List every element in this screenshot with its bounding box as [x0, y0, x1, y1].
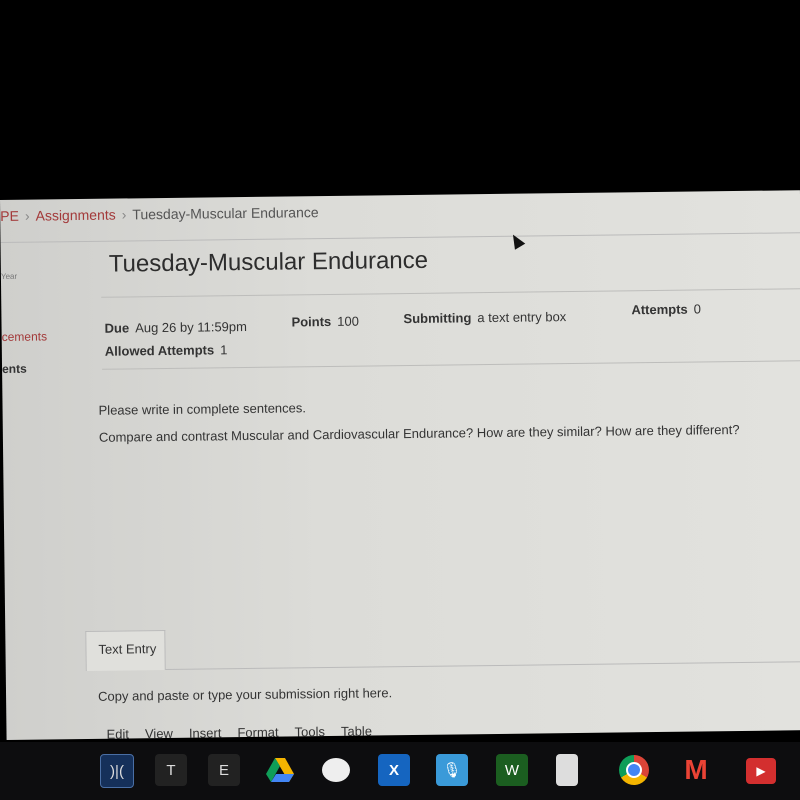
calculator-app-icon[interactable]	[556, 754, 578, 786]
breadcrumb-separator-icon: ›	[24, 207, 30, 224]
due-date: Due Aug 26 by 11:59pm	[104, 319, 247, 336]
points-label: Points	[291, 313, 332, 330]
due-label: Due	[104, 320, 130, 336]
chrome-icon[interactable]	[618, 754, 650, 786]
menu-insert[interactable]: Insert	[189, 725, 222, 740]
divider	[102, 360, 800, 370]
attempts-label: Attempts	[631, 301, 688, 318]
breadcrumb-current: Tuesday-Muscular Endurance	[132, 204, 319, 223]
youtube-icon[interactable]: ▶	[746, 758, 776, 784]
app-1-icon[interactable]: )|(	[100, 754, 134, 788]
sidebar-item-assignments[interactable]: ents	[2, 362, 27, 376]
submitting-label: Submitting	[403, 310, 472, 327]
divider	[0, 232, 800, 243]
tab-text-entry[interactable]: Text Entry	[85, 630, 166, 671]
page-title: Tuesday-Muscular Endurance	[108, 246, 429, 278]
sidebar-item-announcements[interactable]: cements	[2, 329, 48, 344]
text-app-icon[interactable]: T	[155, 754, 187, 786]
cloud-app-icon[interactable]	[320, 754, 352, 786]
breadcrumb-separator-icon: ›	[121, 206, 127, 223]
graph-app-icon[interactable]: W	[496, 754, 528, 786]
allowed-attempts: Allowed Attempts 1	[105, 342, 228, 358]
taskbar: )|( T E X 🎙 W M ▶	[0, 742, 800, 800]
allowed-attempts-label: Allowed Attempts	[104, 342, 215, 359]
mic-app-icon[interactable]: 🎙	[436, 754, 468, 786]
gmail-icon[interactable]: M	[680, 754, 712, 786]
menu-tools[interactable]: Tools	[294, 724, 325, 739]
breadcrumb: PE › Assignments › Tuesday-Muscular Enduranc…	[0, 204, 319, 224]
mouse-cursor-icon	[507, 231, 526, 250]
breadcrumb-assignments[interactable]: Assignments	[35, 207, 115, 224]
google-drive-icon[interactable]	[264, 754, 296, 786]
points-value: 100	[337, 313, 360, 329]
breadcrumb-course[interactable]: PE	[0, 208, 19, 224]
browser-page: PE › Assignments › Tuesday-Muscular Enduranc…	[0, 190, 800, 742]
submitting-value: a text entry box	[477, 309, 567, 326]
due-value: Aug 26 by 11:59pm	[135, 318, 248, 336]
allowed-attempts-value: 1	[220, 342, 228, 358]
divider	[165, 661, 800, 671]
attempts-value: 0	[693, 301, 702, 317]
menu-format[interactable]: Format	[237, 725, 278, 741]
submitting: Submitting a text entry box	[403, 309, 566, 326]
points: Points 100	[291, 314, 359, 330]
menu-edit[interactable]: Edit	[106, 726, 129, 741]
submission-hint: Copy and paste or type your submission r…	[97, 685, 393, 704]
e-app-icon[interactable]: E	[208, 754, 240, 786]
editor-menubar: Edit View Insert Format Tools Table	[106, 723, 388, 741]
menu-view[interactable]: View	[145, 726, 173, 741]
divider	[101, 288, 800, 298]
menu-table[interactable]: Table	[341, 723, 372, 738]
attempts: Attempts 0	[631, 301, 701, 317]
x-app-icon[interactable]: X	[378, 754, 410, 786]
sidebar-item-year[interactable]: Year	[1, 272, 17, 281]
